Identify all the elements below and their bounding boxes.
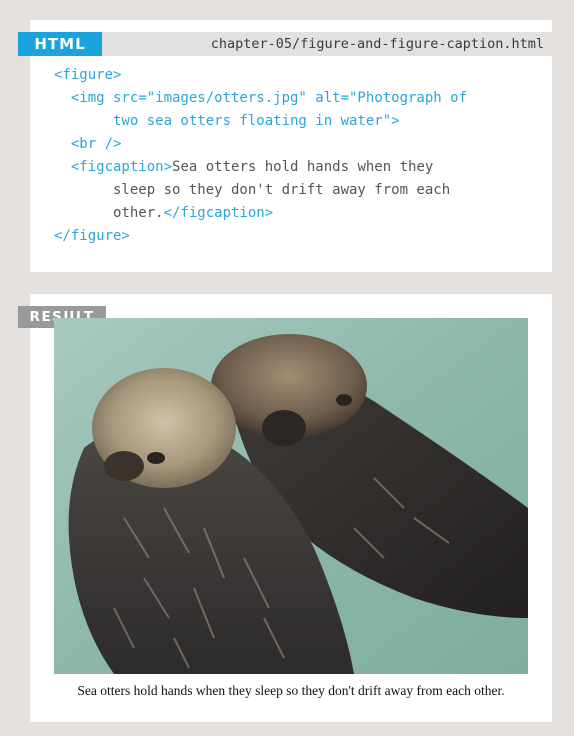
- code-block: <figure> <img src="images/otters.jpg" al…: [54, 64, 467, 248]
- code-line: other.</figcaption>: [54, 202, 467, 225]
- code-line: </figure>: [54, 225, 467, 248]
- code-line: <img src="images/otters.jpg" alt="Photog…: [54, 87, 467, 110]
- code-panel: HTML chapter-05/figure-and-figure-captio…: [18, 20, 552, 272]
- code-tag: </figcaption>: [163, 205, 274, 221]
- code-line: <br />: [54, 133, 467, 156]
- code-line: <figure>: [54, 64, 467, 87]
- code-line: <figcaption>Sea otters hold hands when t…: [54, 156, 467, 179]
- code-tag: </figure>: [54, 228, 130, 244]
- figure-caption: Sea otters hold hands when they sleep so…: [77, 683, 505, 698]
- code-tag: <br />: [54, 136, 122, 152]
- otters-photo: [54, 318, 528, 674]
- code-line: sleep so they don't drift away from each: [54, 179, 467, 202]
- code-tag: <img src="images/otters.jpg" alt="Photog…: [54, 90, 468, 106]
- result-panel: RESULT Sea otters hold hands when they s…: [18, 294, 552, 722]
- code-filename: chapter-05/figure-and-figure-caption.htm…: [210, 36, 544, 52]
- code-text: other.: [54, 205, 164, 221]
- html-tab-label: HTML: [18, 32, 102, 56]
- otters-photo-image: [54, 318, 528, 674]
- code-header-bar: HTML chapter-05/figure-and-figure-captio…: [18, 32, 552, 56]
- code-line: two sea otters floating in water">: [54, 110, 467, 133]
- code-text: Sea otters hold hands when they: [172, 159, 434, 175]
- code-text: sleep so they don't drift away from each: [54, 182, 451, 198]
- code-tag: two sea otters floating in water">: [54, 113, 400, 129]
- code-tag: <figure>: [54, 67, 122, 83]
- code-tag: <figcaption>: [54, 159, 173, 175]
